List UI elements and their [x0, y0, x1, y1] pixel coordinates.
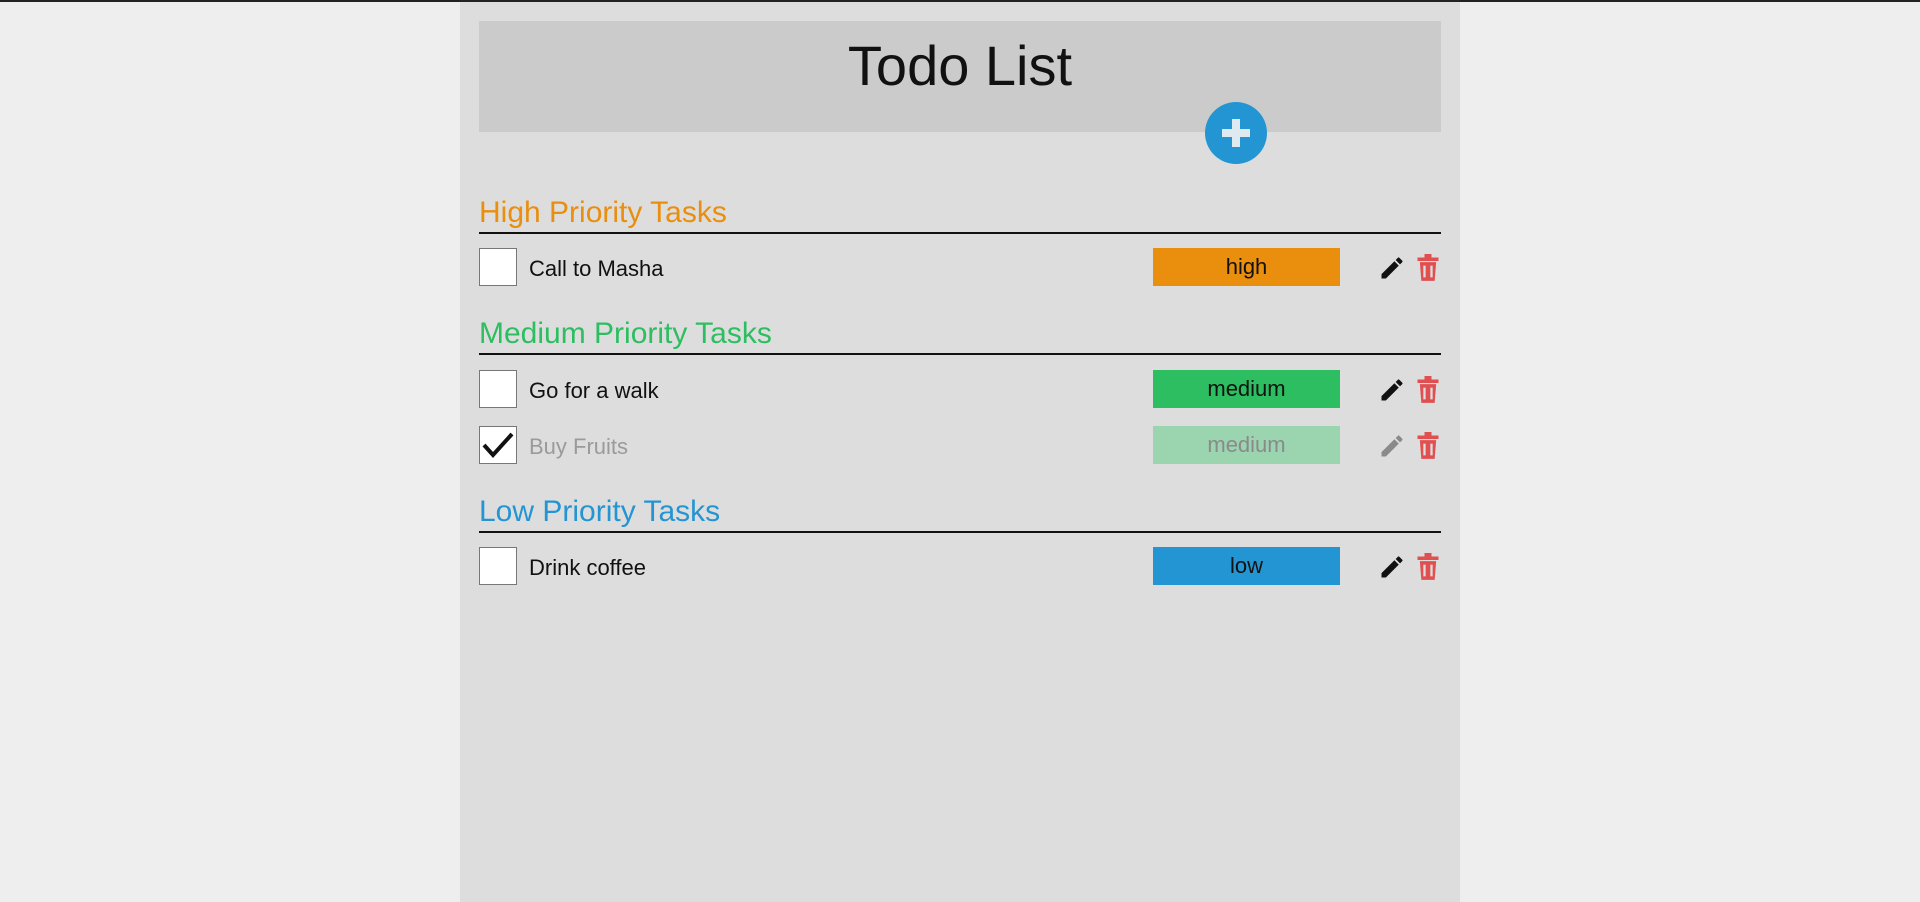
trash-icon[interactable]	[1416, 254, 1440, 282]
task-row: Go for a walk medium	[479, 370, 1441, 408]
task-checkbox[interactable]	[479, 426, 517, 464]
task-text: Go for a walk	[529, 378, 659, 403]
pencil-icon[interactable]	[1378, 376, 1406, 404]
task-checkbox[interactable]	[479, 547, 517, 585]
trash-icon[interactable]	[1416, 376, 1440, 404]
page-title: Todo List	[847, 34, 1073, 97]
header: Todo List	[479, 21, 1441, 164]
task-row: Drink coffee low	[479, 547, 1441, 585]
priority-badge: low	[1153, 547, 1340, 585]
task-row: Call to Masha high	[479, 248, 1441, 286]
trash-icon[interactable]	[1416, 553, 1440, 581]
pencil-icon[interactable]	[1378, 254, 1406, 282]
priority-badge: medium	[1153, 426, 1340, 464]
section-title-high: High Priority Tasks	[479, 198, 1441, 234]
task-text: Call to Masha	[529, 256, 664, 281]
todo-panel: Todo List High Priority Tasks Call to Ma…	[460, 2, 1460, 902]
pencil-icon[interactable]	[1378, 553, 1406, 581]
task-checkbox[interactable]	[479, 370, 517, 408]
pencil-icon[interactable]	[1378, 432, 1406, 460]
task-checkbox[interactable]	[479, 248, 517, 286]
section-title-medium: Medium Priority Tasks	[479, 319, 1441, 355]
priority-badge: high	[1153, 248, 1340, 286]
priority-badge: medium	[1153, 370, 1340, 408]
task-text: Buy Fruits	[529, 434, 629, 459]
task-row: Buy Fruits medium	[479, 426, 1441, 464]
plus-icon	[1222, 119, 1250, 147]
section-title-low: Low Priority Tasks	[479, 497, 1441, 533]
add-task-button[interactable]	[1205, 102, 1267, 164]
task-text: Drink coffee	[529, 555, 646, 580]
checkmark-icon	[482, 432, 514, 458]
trash-icon[interactable]	[1416, 432, 1440, 460]
